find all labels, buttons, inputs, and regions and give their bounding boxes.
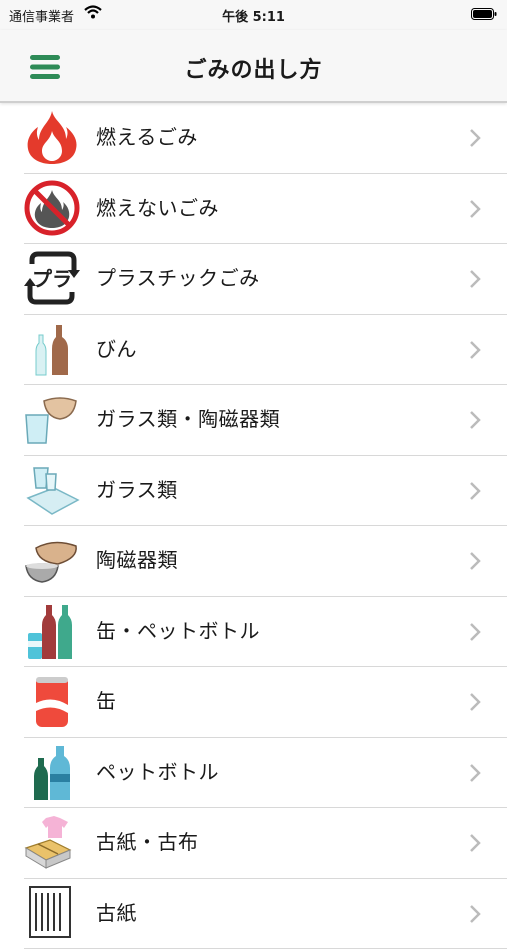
bottles-icon xyxy=(24,321,80,377)
svg-text:プラ: プラ xyxy=(32,267,72,291)
item-label: 缶・ペットボトル xyxy=(96,597,260,665)
list-item[interactable]: 古紙・古布 xyxy=(24,808,507,879)
chevron-right-icon xyxy=(469,763,481,783)
item-label: プラスチックごみ xyxy=(96,244,260,312)
fire-icon xyxy=(24,109,80,165)
garbage-category-list: 燃えるごみ 燃えないごみ プラ プラスチックごみ びん xyxy=(0,103,507,949)
item-label: 燃えるごみ xyxy=(96,103,198,171)
list-item[interactable]: 缶・ペットボトル xyxy=(24,597,507,668)
glass-ceramic-icon xyxy=(24,391,80,447)
navigation-bar: ごみの出し方 xyxy=(0,30,507,103)
list-item[interactable]: 古紙 xyxy=(24,879,507,949)
paper-cloth-icon xyxy=(24,814,80,870)
item-label: ペットボトル xyxy=(96,738,219,806)
no-fire-icon xyxy=(24,180,80,236)
list-item[interactable]: ガラス類 xyxy=(24,456,507,527)
status-bar: 通信事業者 午後 5:11 xyxy=(0,0,507,30)
list-item[interactable]: 缶 xyxy=(24,667,507,738)
item-label: 陶磁器類 xyxy=(96,526,178,594)
can-pet-bottle-icon xyxy=(24,603,80,659)
list-item[interactable]: 陶磁器類 xyxy=(24,526,507,597)
glass-icon xyxy=(24,462,80,518)
chevron-right-icon xyxy=(469,128,481,148)
list-item[interactable]: 燃えないごみ xyxy=(24,174,507,245)
chevron-right-icon xyxy=(469,481,481,501)
item-label: 古紙 xyxy=(96,879,137,947)
chevron-right-icon xyxy=(469,410,481,430)
can-icon xyxy=(24,673,80,729)
item-label: 缶 xyxy=(96,667,117,735)
list-item[interactable]: プラ プラスチックごみ xyxy=(24,244,507,315)
item-label: 燃えないごみ xyxy=(96,174,219,242)
item-label: ガラス類 xyxy=(96,456,178,524)
chevron-right-icon xyxy=(469,692,481,712)
status-time: 午後 5:11 xyxy=(0,6,507,25)
paper-icon xyxy=(24,885,80,941)
chevron-right-icon xyxy=(469,622,481,642)
list-item[interactable]: びん xyxy=(24,315,507,386)
chevron-right-icon xyxy=(469,340,481,360)
plastic-recycle-icon: プラ xyxy=(24,250,80,306)
item-label: ガラス類・陶磁器類 xyxy=(96,385,280,453)
item-label: びん xyxy=(96,315,137,383)
list-item[interactable]: ペットボトル xyxy=(24,738,507,809)
list-item[interactable]: 燃えるごみ xyxy=(24,103,507,174)
item-label: 古紙・古布 xyxy=(96,808,199,876)
page-title: ごみの出し方 xyxy=(0,52,507,84)
chevron-right-icon xyxy=(469,833,481,853)
chevron-right-icon xyxy=(469,199,481,219)
chevron-right-icon xyxy=(469,269,481,289)
chevron-right-icon xyxy=(469,904,481,924)
chevron-right-icon xyxy=(469,551,481,571)
battery-icon xyxy=(471,8,497,20)
list-item[interactable]: ガラス類・陶磁器類 xyxy=(24,385,507,456)
pet-bottle-icon xyxy=(24,744,80,800)
ceramic-bowl-icon xyxy=(24,532,80,588)
